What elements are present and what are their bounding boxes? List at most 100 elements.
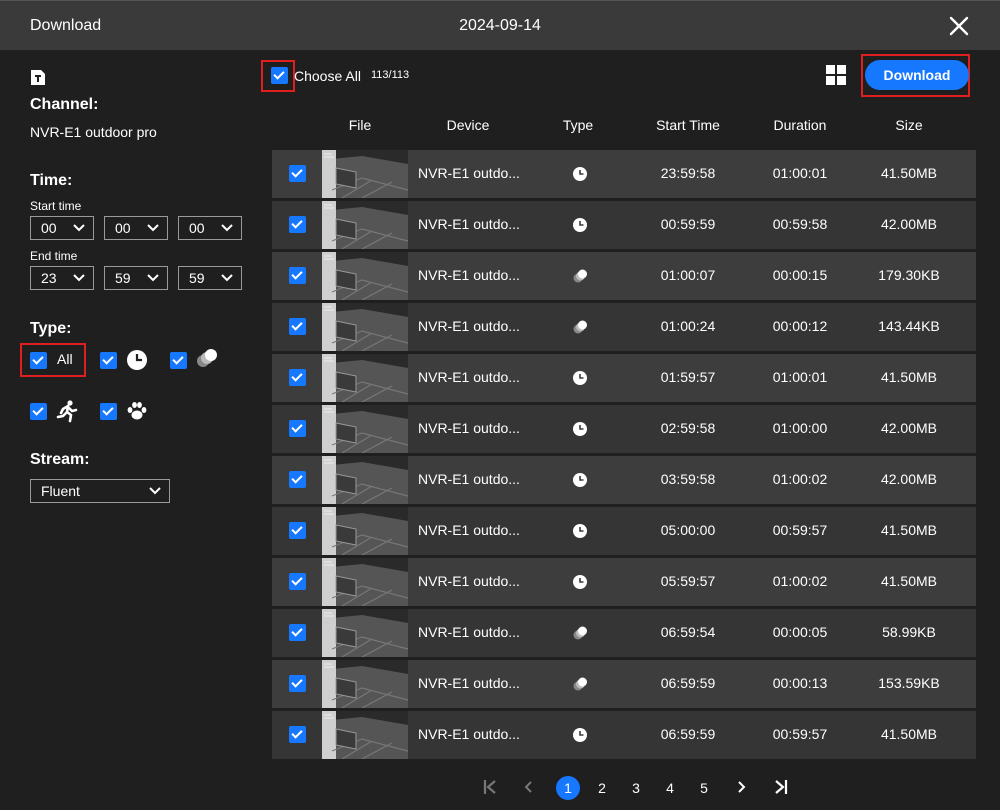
end-second-select[interactable]: 59 (178, 266, 242, 290)
clock-icon (572, 217, 588, 236)
table-row[interactable]: NVR-E1 outdo... 06:59:59 00:00:13 153.59KB (272, 660, 976, 708)
row-device: NVR-E1 outdo... (418, 369, 520, 385)
row-device: NVR-E1 outdo... (418, 216, 520, 232)
motion-icon (572, 319, 588, 338)
video-thumbnail (322, 201, 408, 249)
row-checkbox[interactable] (289, 573, 306, 590)
clock-icon (127, 350, 147, 370)
table-row[interactable]: NVR-E1 outdo... 05:00:00 00:59:57 41.50MB (272, 507, 976, 555)
row-duration: 00:00:15 (772, 267, 828, 283)
row-checkbox[interactable] (289, 369, 306, 386)
row-size: 41.50MB (880, 369, 938, 385)
table-row[interactable]: NVR-E1 outdo... 05:59:57 01:00:02 41.50MB (272, 558, 976, 606)
table-row[interactable]: NVR-E1 outdo... 23:59:58 01:00:01 41.50MB (272, 150, 976, 198)
header-start-time: Start Time (656, 117, 720, 133)
title-bar: Download 2024-09-14 (0, 0, 1000, 50)
clock-icon (572, 727, 588, 746)
row-size: 153.59KB (878, 675, 940, 691)
start-second-value: 00 (189, 220, 205, 236)
row-duration: 01:00:01 (772, 369, 828, 385)
video-thumbnail (322, 150, 408, 198)
clock-icon (572, 370, 588, 389)
page-3-button[interactable]: 3 (624, 776, 648, 800)
grid-view-icon[interactable] (826, 65, 847, 86)
video-thumbnail (322, 456, 408, 504)
start-minute-select[interactable]: 00 (104, 216, 168, 240)
type-pet-checkbox[interactable] (100, 403, 117, 420)
table-row[interactable]: NVR-E1 outdo... 01:00:07 00:00:15 179.30KB (272, 252, 976, 300)
motion-icon (572, 676, 588, 695)
table-row[interactable]: NVR-E1 outdo... 00:59:59 00:59:58 42.00MB (272, 201, 976, 249)
type-timer-checkbox[interactable] (100, 352, 117, 369)
prev-page-icon[interactable] (523, 780, 533, 794)
next-page-icon[interactable] (737, 780, 747, 794)
download-button[interactable]: Download (865, 60, 969, 90)
row-checkbox[interactable] (289, 522, 306, 539)
row-checkbox[interactable] (289, 420, 306, 437)
type-all-checkbox[interactable] (30, 352, 47, 369)
row-checkbox[interactable] (289, 267, 306, 284)
row-size: 41.50MB (880, 165, 938, 181)
row-checkbox[interactable] (289, 165, 306, 182)
type-person-checkbox[interactable] (30, 403, 47, 420)
end-hour-value: 23 (41, 270, 57, 286)
row-size: 143.44KB (878, 318, 940, 334)
table-row[interactable]: NVR-E1 outdo... 03:59:58 01:00:02 42.00MB (272, 456, 976, 504)
row-start-time: 05:59:57 (660, 573, 716, 589)
row-checkbox[interactable] (289, 216, 306, 233)
row-duration: 01:00:02 (772, 471, 828, 487)
row-duration: 00:00:12 (772, 318, 828, 334)
row-start-time: 23:59:58 (660, 165, 716, 181)
end-second-value: 59 (189, 270, 205, 286)
end-hour-select[interactable]: 23 (30, 266, 94, 290)
row-start-time: 05:00:00 (660, 522, 716, 538)
table-row[interactable]: NVR-E1 outdo... 02:59:58 01:00:00 42.00MB (272, 405, 976, 453)
video-thumbnail (322, 252, 408, 300)
video-thumbnail (322, 354, 408, 402)
row-size: 42.00MB (880, 420, 938, 436)
table-row[interactable]: NVR-E1 outdo... 06:59:54 00:00:05 58.99KB (272, 609, 976, 657)
row-checkbox[interactable] (289, 471, 306, 488)
motion-icon (572, 625, 588, 644)
row-checkbox[interactable] (289, 624, 306, 641)
row-device: NVR-E1 outdo... (418, 318, 520, 334)
stream-select[interactable]: Fluent (30, 479, 170, 503)
page-2-button[interactable]: 2 (590, 776, 614, 800)
row-checkbox[interactable] (289, 675, 306, 692)
clock-icon (572, 421, 588, 440)
choose-all-checkbox[interactable] (271, 67, 288, 84)
chevron-down-icon (73, 224, 85, 232)
table-row[interactable]: NVR-E1 outdo... 01:59:57 01:00:01 41.50MB (272, 354, 976, 402)
page-1-button[interactable]: 1 (556, 776, 580, 800)
stream-label: Stream: (30, 451, 90, 468)
clock-icon (572, 472, 588, 491)
table-row[interactable]: NVR-E1 outdo... 01:00:24 00:00:12 143.44KB (272, 303, 976, 351)
table-row[interactable]: NVR-E1 outdo... 06:59:59 00:59:57 41.50MB (272, 711, 976, 759)
chevron-down-icon (147, 224, 159, 232)
row-start-time: 01:00:24 (660, 318, 716, 334)
row-checkbox[interactable] (289, 726, 306, 743)
row-start-time: 01:00:07 (660, 267, 716, 283)
start-second-select[interactable]: 00 (178, 216, 242, 240)
row-device: NVR-E1 outdo... (418, 726, 520, 742)
first-page-icon[interactable] (483, 779, 497, 795)
channel-value: NVR-E1 outdoor pro (30, 124, 157, 140)
row-duration: 01:00:02 (772, 573, 828, 589)
video-thumbnail (322, 303, 408, 351)
start-time-label: Start time (30, 199, 82, 213)
close-icon[interactable] (946, 13, 972, 39)
header-file: File (348, 117, 372, 133)
end-minute-select[interactable]: 59 (104, 266, 168, 290)
type-motion-checkbox[interactable] (170, 352, 187, 369)
page-4-button[interactable]: 4 (658, 776, 682, 800)
start-hour-select[interactable]: 00 (30, 216, 94, 240)
row-checkbox[interactable] (289, 318, 306, 335)
page-5-button[interactable]: 5 (692, 776, 716, 800)
row-size: 58.99KB (882, 624, 936, 640)
choose-all-label: Choose All (294, 68, 361, 84)
video-thumbnail (322, 660, 408, 708)
last-page-icon[interactable] (774, 779, 788, 795)
row-device: NVR-E1 outdo... (418, 471, 520, 487)
paw-icon (127, 402, 147, 420)
video-thumbnail (322, 507, 408, 555)
